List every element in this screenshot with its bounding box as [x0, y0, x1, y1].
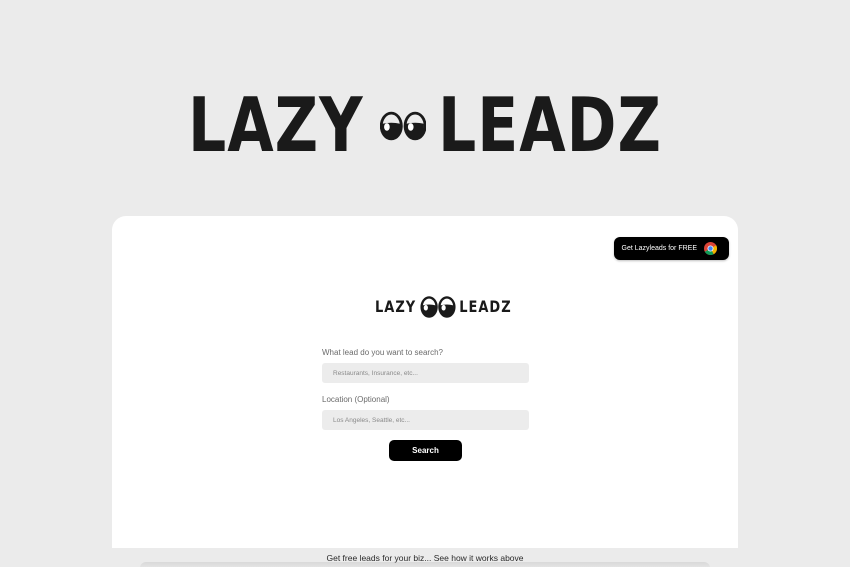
page: LAZY LEADZ Get Lazyleads for FREE LAZY L…	[0, 0, 850, 567]
get-extension-button[interactable]: Get Lazyleads for FREE	[613, 237, 729, 260]
search-button[interactable]: Search	[389, 440, 462, 461]
eyes-icon	[420, 296, 456, 318]
card-logo-word-left: LAZY	[375, 297, 417, 317]
eyes-icon	[379, 111, 427, 141]
card-logo: LAZY LEADZ	[375, 296, 512, 318]
logo-word-left: LAZY	[188, 82, 364, 170]
hero-logo: LAZY LEADZ	[188, 78, 662, 174]
card-logo-word-right: LEADZ	[459, 297, 512, 317]
search-form: What lead do you want to search? Locatio…	[322, 348, 529, 461]
logo-word-right: LEADZ	[438, 82, 662, 170]
location-input[interactable]	[322, 410, 529, 430]
search-card: Get Lazyleads for FREE LAZY LEADZ What l…	[112, 216, 738, 548]
lead-input[interactable]	[322, 363, 529, 383]
location-label: Location (Optional)	[322, 395, 390, 404]
lead-label: What lead do you want to search?	[322, 348, 443, 357]
extension-button-label: Get Lazyleads for FREE	[621, 245, 697, 252]
chrome-icon	[704, 242, 717, 255]
footer-tagline: Get free leads for your biz... See how i…	[326, 553, 524, 563]
